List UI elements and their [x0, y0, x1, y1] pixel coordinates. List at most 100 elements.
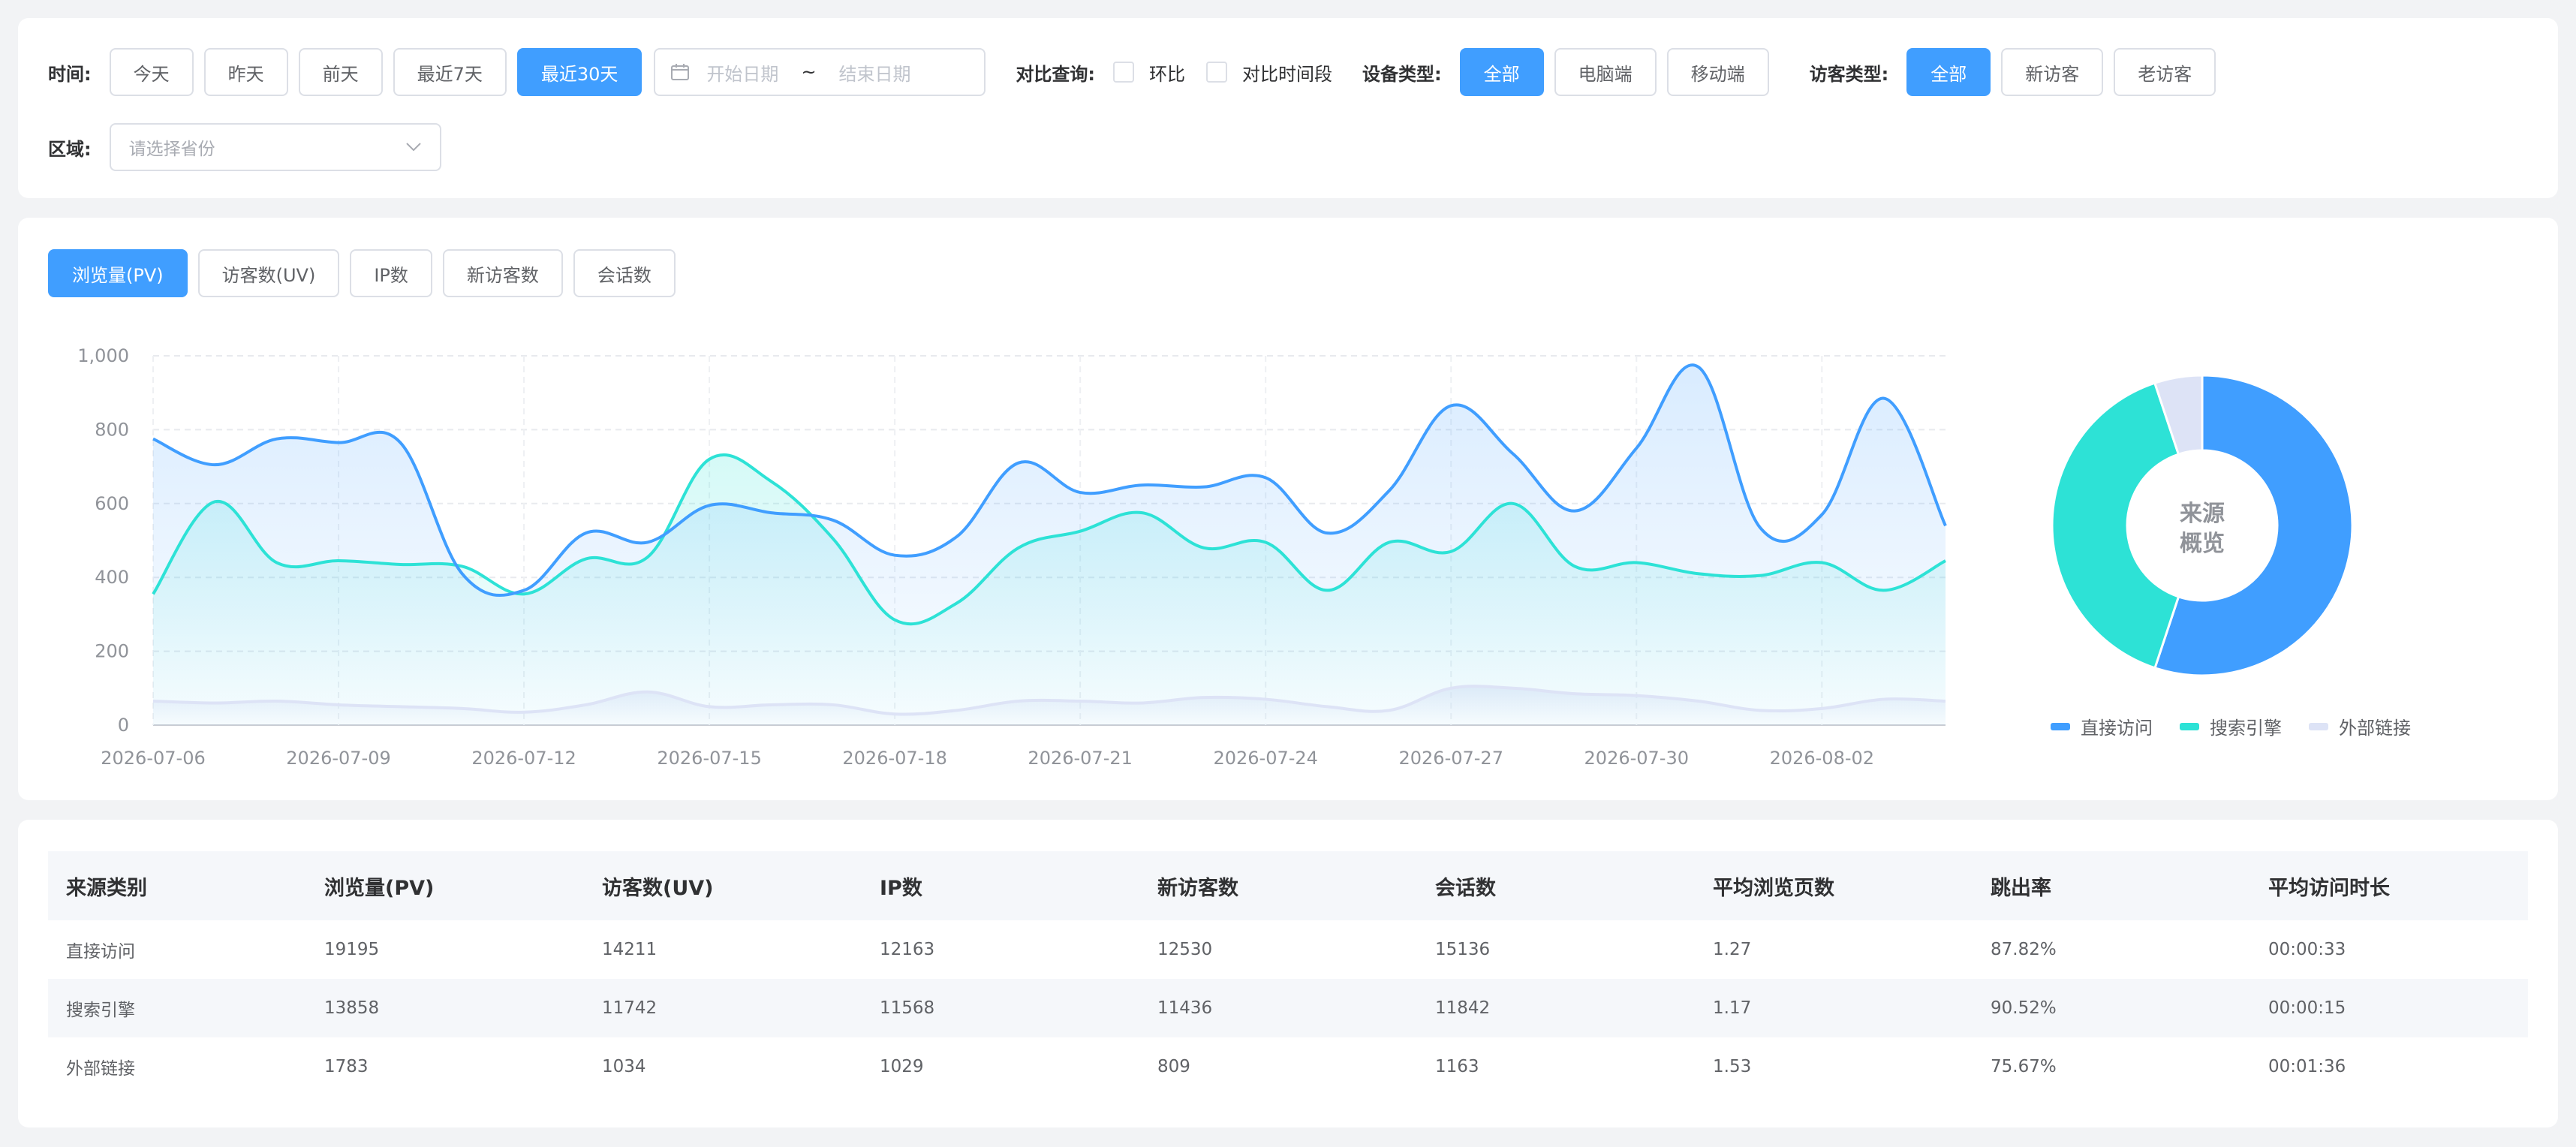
- header-bounce-rate: 跳出率: [1973, 851, 2250, 920]
- visitor-all-button[interactable]: 全部: [1906, 48, 1991, 96]
- table-cell: 15136: [1435, 940, 1491, 959]
- donut-legend: 直接访问 搜索引擎 外部链接: [2051, 713, 2438, 739]
- legend-label: 外部链接: [2339, 718, 2411, 739]
- table-cell: 外部链接: [66, 1059, 135, 1079]
- header-new-visitors: 新访客数: [1139, 851, 1417, 920]
- table-cell: 1.17: [1695, 979, 1973, 1037]
- device-pc-button[interactable]: 电脑端: [1554, 48, 1657, 96]
- x-tick-label: 2026-07-21: [1028, 748, 1132, 769]
- filter-row-1: 时间: 今天 昨天 前天 最近7天 最近30天 开始日期 ~ 结束日期 对比查询…: [48, 48, 2226, 96]
- donut-slice-1[interactable]: [2051, 381, 2180, 670]
- date-end-input[interactable]: 结束日期: [839, 59, 911, 86]
- table-cell: 14211: [602, 940, 658, 959]
- y-tick-label: 600: [95, 493, 129, 514]
- chevron-down-icon: [405, 143, 421, 152]
- table-cell: 1034: [602, 1057, 646, 1076]
- tab-uv[interactable]: 访客数(UV): [197, 249, 340, 297]
- region-label: 区域:: [48, 138, 92, 160]
- table-cell: 11842: [1417, 979, 1695, 1037]
- x-tick-label: 2026-07-24: [1213, 748, 1317, 769]
- table-row: 搜索引擎 13858 11742 11568 11436 11842 1.17 …: [48, 979, 2528, 1037]
- table-cell: 00:00:15: [2250, 979, 2528, 1037]
- table-cell: 19195: [324, 940, 380, 959]
- time-last30-button[interactable]: 最近30天: [516, 48, 642, 96]
- visitor-returning-button[interactable]: 老访客: [2114, 48, 2216, 96]
- visitor-new-button[interactable]: 新访客: [2001, 48, 2104, 96]
- source-donut-chart: 来源概览: [2051, 374, 2354, 677]
- legend-swatch: [2180, 722, 2199, 730]
- table-cell: 87.82%: [1991, 940, 2057, 959]
- table-cell: 1029: [880, 1057, 924, 1076]
- legend-label: 搜索引擎: [2210, 718, 2282, 739]
- x-tick-label: 2026-07-15: [657, 748, 761, 769]
- region-select[interactable]: 请选择省份: [109, 123, 441, 171]
- x-tick-label: 2026-07-18: [842, 748, 946, 769]
- table-cell: 90.52%: [1973, 979, 2250, 1037]
- metric-tabs: 浏览量(PV) 访客数(UV) IP数 新访客数 会话数: [48, 249, 686, 297]
- compare-label: 对比查询:: [1016, 63, 1096, 85]
- header-avg-duration: 平均访问时长: [2250, 851, 2528, 920]
- device-mobile-button[interactable]: 移动端: [1666, 48, 1769, 96]
- table-cell: 搜索引擎: [48, 979, 306, 1037]
- x-tick-label: 2026-07-12: [471, 748, 576, 769]
- legend-item[interactable]: 直接访问: [2051, 713, 2153, 739]
- header-sessions: 会话数: [1417, 851, 1695, 920]
- chart-panel: 浏览量(PV) 访客数(UV) IP数 新访客数 会话数 0 200 400 600 8…: [18, 218, 2558, 800]
- table-cell: 13858: [306, 979, 584, 1037]
- table-cell: 1163: [1435, 1057, 1479, 1076]
- table-cell: 1.27: [1713, 940, 1752, 959]
- table-cell: 11436: [1139, 979, 1417, 1037]
- source-table-panel: 来源类别 浏览量(PV) 访客数(UV) IP数 新访客数 会话数 平均浏览页数…: [18, 820, 2558, 1127]
- table-cell: 11742: [584, 979, 862, 1037]
- date-start-input[interactable]: 开始日期: [706, 59, 778, 86]
- compare-period-label: 对比时间段: [1242, 63, 1333, 85]
- y-tick-label: 1,000: [77, 345, 129, 366]
- y-tick-label: 800: [95, 419, 129, 440]
- time-label: 时间:: [48, 63, 92, 85]
- header-uv: 访客数(UV): [584, 851, 862, 920]
- table-cell: 11568: [862, 979, 1139, 1037]
- compare-period-checkbox[interactable]: 对比时间段: [1206, 59, 1332, 86]
- table-cell: 12163: [880, 940, 935, 959]
- date-range-picker[interactable]: 开始日期 ~ 结束日期: [654, 48, 986, 96]
- y-tick-label: 0: [118, 715, 129, 736]
- header-ip: IP数: [862, 851, 1139, 920]
- time-today-button[interactable]: 今天: [109, 48, 194, 96]
- checkbox-box[interactable]: [1113, 62, 1135, 83]
- header-avg-pages: 平均浏览页数: [1695, 851, 1973, 920]
- legend-item[interactable]: 外部链接: [2309, 713, 2411, 739]
- donut-center-label: 来源: [2180, 501, 2225, 527]
- device-all-button[interactable]: 全部: [1459, 48, 1544, 96]
- legend-swatch: [2051, 722, 2070, 730]
- legend-swatch: [2309, 722, 2328, 730]
- time-day-before-button[interactable]: 前天: [298, 48, 383, 96]
- legend-label: 直接访问: [2081, 718, 2153, 739]
- checkbox-box[interactable]: [1206, 62, 1228, 83]
- y-tick-label: 400: [95, 567, 129, 588]
- table-cell: 12530: [1157, 940, 1213, 959]
- tab-ip[interactable]: IP数: [350, 249, 432, 297]
- tab-pv[interactable]: 浏览量(PV): [48, 249, 188, 297]
- table-cell: 1783: [324, 1057, 369, 1076]
- time-last7-button[interactable]: 最近7天: [393, 48, 507, 96]
- trend-line-chart: 0 200 400 600 800 1,000 2026-07-06 2026-07-09 20…: [77, 345, 1947, 769]
- table-row: 直接访问 19195 14211 12163 12530 15136 1.27 …: [48, 920, 2528, 979]
- table-cell: 75.67%: [1991, 1057, 2057, 1076]
- device-label: 设备类型:: [1362, 63, 1442, 85]
- source-table: 来源类别 浏览量(PV) 访客数(UV) IP数 新访客数 会话数 平均浏览页数…: [48, 851, 2528, 1096]
- visitor-label: 访客类型:: [1809, 63, 1889, 85]
- table-cell: 00:00:33: [2268, 940, 2346, 959]
- donut-center-label: 概览: [2180, 531, 2225, 557]
- x-tick-label: 2026-08-02: [1770, 748, 1874, 769]
- time-yesterday-button[interactable]: 昨天: [203, 48, 288, 96]
- legend-item[interactable]: 搜索引擎: [2180, 713, 2282, 739]
- y-tick-label: 200: [95, 641, 129, 662]
- filter-panel: 时间: 今天 昨天 前天 最近7天 最近30天 开始日期 ~ 结束日期 对比查询…: [18, 18, 2558, 198]
- header-pv: 浏览量(PV): [306, 851, 584, 920]
- filter-row-2: 区域: 请选择省份: [48, 123, 441, 171]
- compare-mom-label: 环比: [1149, 63, 1186, 85]
- tab-sessions[interactable]: 会话数: [573, 249, 676, 297]
- compare-mom-checkbox[interactable]: 环比: [1113, 59, 1185, 86]
- date-separator: ~: [801, 62, 817, 83]
- tab-new-visitors[interactable]: 新访客数: [442, 249, 563, 297]
